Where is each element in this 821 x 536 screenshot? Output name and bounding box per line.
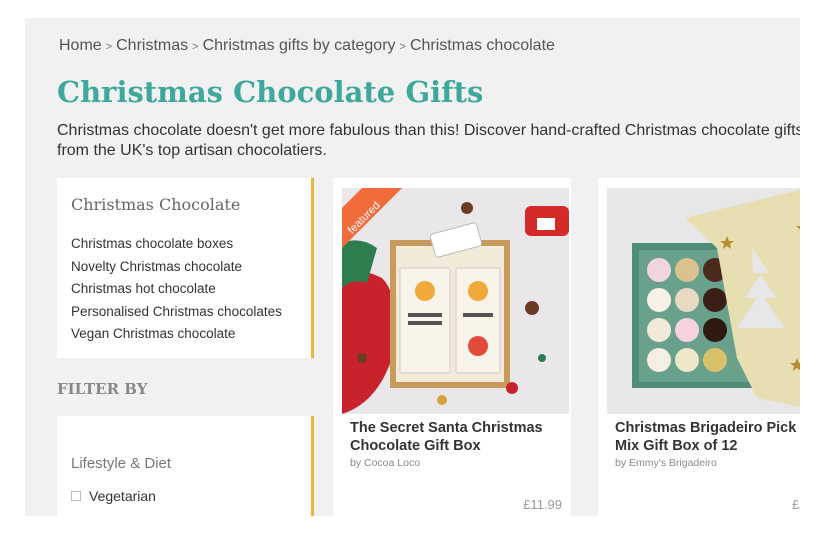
product-vendor[interactable]: by Cocoa Loco	[350, 457, 420, 469]
filter-option-vegetarian[interactable]: Vegetarian	[71, 488, 156, 504]
filter-group-title[interactable]: Lifestyle & Diet	[71, 455, 171, 472]
vegetarian-checkbox[interactable]	[71, 491, 81, 501]
filter-option-label: Vegetarian	[89, 488, 156, 504]
product-price: £11.99	[523, 497, 562, 512]
filter-heading: FILTER BY	[57, 380, 148, 398]
product-vendor[interactable]: by Emmy's Brigadeiro	[615, 457, 717, 469]
breadcrumb-current[interactable]: Christmas chocolate	[410, 37, 555, 54]
product-card[interactable]: Christmas Brigadeiro Pick & Mix Gift Box…	[598, 178, 800, 516]
category-link-novelty[interactable]: Novelty Christmas chocolate	[71, 256, 282, 279]
breadcrumb-separator: >	[399, 41, 406, 53]
breadcrumb-gifts-by-category[interactable]: Christmas gifts by category	[203, 37, 396, 54]
brigadeiro-truffle-box-photo	[607, 188, 800, 414]
category-panel: Christmas Chocolate Christmas chocolate …	[57, 178, 314, 358]
category-list: Christmas chocolate boxes Novelty Christ…	[71, 233, 282, 346]
category-link-personalised[interactable]: Personalised Christmas chocolates	[71, 301, 282, 324]
breadcrumb: Home > Christmas > Christmas gifts by catego…	[59, 37, 555, 55]
product-image[interactable]: featured	[342, 188, 569, 414]
product-card[interactable]: featured The Secret Santa Christmas Choc…	[333, 178, 571, 516]
category-link-vegan[interactable]: Vegan Christmas chocolate	[71, 323, 282, 346]
page-title: Christmas Chocolate Gifts	[57, 75, 484, 109]
product-price: £	[792, 497, 800, 512]
category-panel-title: Christmas Chocolate	[71, 195, 241, 214]
page-intro: Christmas chocolate doesn't get more fab…	[57, 122, 800, 159]
category-link-hot-chocolate[interactable]: Christmas hot chocolate	[71, 278, 282, 301]
breadcrumb-home[interactable]: Home	[59, 37, 102, 54]
breadcrumb-christmas[interactable]: Christmas	[116, 37, 188, 54]
product-image[interactable]	[607, 188, 800, 414]
category-link-boxes[interactable]: Christmas chocolate boxes	[71, 233, 282, 256]
product-title[interactable]: Christmas Brigadeiro Pick & Mix Gift Box…	[615, 419, 800, 455]
filter-panel: Lifestyle & Diet Vegetarian	[57, 416, 314, 516]
product-title[interactable]: The Secret Santa Christmas Chocolate Gif…	[350, 419, 570, 455]
breadcrumb-separator: >	[105, 41, 113, 53]
page-container: Home > Christmas > Christmas gifts by catego…	[25, 18, 800, 516]
breadcrumb-separator: >	[192, 41, 199, 53]
chocolate-bars-gift-box-photo	[342, 188, 569, 414]
